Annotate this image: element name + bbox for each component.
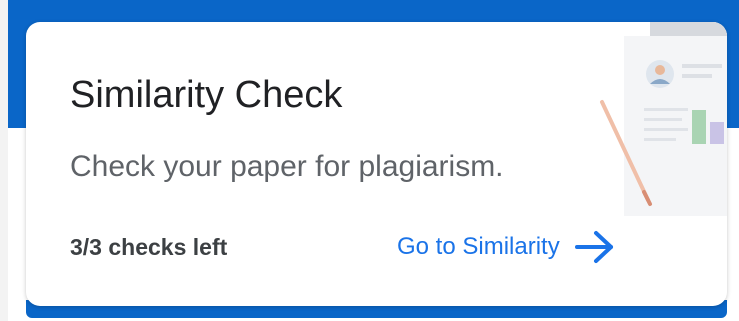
arrow-right-icon bbox=[574, 231, 613, 263]
go-to-similarity-link[interactable]: Go to Similarity bbox=[397, 224, 616, 270]
card-subtitle: Check your paper for plagiarism. bbox=[70, 150, 504, 183]
similarity-check-card[interactable]: Similarity Check Check your paper for pl… bbox=[26, 22, 727, 306]
card-title: Similarity Check bbox=[70, 74, 343, 116]
go-to-similarity-label: Go to Similarity bbox=[397, 233, 560, 260]
left-edge-strip bbox=[0, 0, 8, 321]
document-report-illustration bbox=[600, 22, 727, 216]
checks-left-count: 3/3 checks left bbox=[70, 234, 228, 260]
